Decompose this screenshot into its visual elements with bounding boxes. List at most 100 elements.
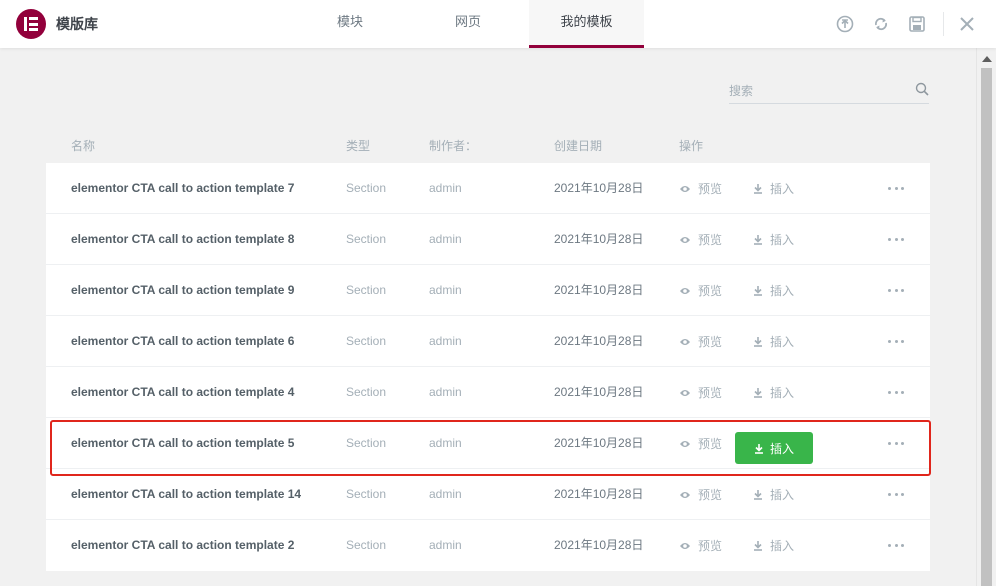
preview-label: 预览: [698, 488, 723, 502]
table-row[interactable]: elementor CTA call to action template 4 S…: [46, 367, 930, 418]
table-row[interactable]: elementor CTA call to action template 9 S…: [46, 265, 930, 316]
preview-button[interactable]: 预览: [679, 367, 722, 418]
template-author: admin: [429, 436, 462, 450]
preview-button[interactable]: 预览: [679, 163, 722, 214]
download-icon: [754, 443, 763, 454]
template-date: 2021年10月28日: [554, 181, 644, 195]
template-name: elementor CTA call to action template 7: [71, 181, 295, 195]
template-list: elementor CTA call to action template 7 S…: [46, 163, 930, 571]
template-name: elementor CTA call to action template 9: [71, 283, 295, 297]
preview-button[interactable]: 预览: [679, 469, 722, 520]
template-author: admin: [429, 385, 462, 399]
template-author: admin: [429, 181, 462, 195]
table-row[interactable]: elementor CTA call to action template 7 S…: [46, 163, 930, 214]
template-type: Section: [346, 487, 387, 501]
more-options-icon[interactable]: [888, 285, 904, 295]
scroll-thumb[interactable]: [981, 68, 992, 586]
insert-button[interactable]: 插入: [753, 520, 794, 571]
template-date: 2021年10月28日: [554, 283, 644, 297]
preview-button[interactable]: 预览: [679, 214, 722, 265]
template-author: admin: [429, 334, 462, 348]
eye-icon: [680, 287, 690, 294]
insert-label: 插入: [770, 539, 795, 553]
preview-button[interactable]: 预览: [679, 316, 722, 367]
template-date: 2021年10月28日: [554, 385, 644, 399]
preview-label: 预览: [698, 233, 723, 247]
preview-label: 预览: [698, 437, 723, 451]
download-icon: [754, 286, 762, 296]
more-options-icon[interactable]: [888, 336, 904, 346]
download-icon: [754, 490, 762, 500]
preview-button[interactable]: 预览: [679, 520, 722, 571]
insert-label: 插入: [769, 441, 794, 456]
insert-label: 插入: [770, 488, 795, 502]
more-options-icon[interactable]: [888, 183, 904, 193]
column-header-author: 制作者：: [429, 139, 478, 153]
search-input[interactable]: [729, 78, 929, 104]
table-row[interactable]: elementor CTA call to action template 14…: [46, 469, 930, 520]
preview-label: 预览: [698, 386, 723, 400]
download-icon: [754, 388, 762, 398]
column-header-name: 名称: [71, 139, 96, 153]
eye-icon: [680, 185, 690, 192]
eye-icon: [680, 542, 690, 549]
insert-label: 插入: [770, 182, 795, 196]
column-header-actions: 操作: [679, 139, 704, 153]
insert-button[interactable]: 插入: [753, 163, 794, 214]
template-date: 2021年10月28日: [554, 334, 644, 348]
template-type: Section: [346, 232, 387, 246]
table-row[interactable]: elementor CTA call to action template 5 S…: [46, 418, 930, 469]
template-date: 2021年10月28日: [554, 232, 644, 246]
close-icon[interactable]: [956, 13, 978, 35]
upload-icon[interactable]: [834, 13, 856, 35]
template-type: Section: [346, 181, 387, 195]
insert-button[interactable]: 插入: [753, 316, 794, 367]
tab-my-templates[interactable]: 我的模板: [529, 0, 644, 48]
library-header: 模版库 模块 网页 我的模板: [0, 0, 996, 48]
more-options-icon[interactable]: [888, 438, 904, 448]
download-icon: [754, 235, 762, 245]
template-type: Section: [346, 538, 387, 552]
table-row[interactable]: elementor CTA call to action template 8 S…: [46, 214, 930, 265]
tab-pages[interactable]: 网页: [433, 0, 503, 48]
preview-button[interactable]: 预览: [679, 418, 722, 469]
sync-icon[interactable]: [870, 13, 892, 35]
template-name: elementor CTA call to action template 6: [71, 334, 295, 348]
insert-button[interactable]: 插入: [753, 214, 794, 265]
vertical-scrollbar[interactable]: [976, 48, 996, 586]
template-date: 2021年10月28日: [554, 538, 644, 552]
download-icon: [754, 184, 762, 194]
template-name: elementor CTA call to action template 2: [71, 538, 295, 552]
template-author: admin: [429, 538, 462, 552]
preview-button[interactable]: 预览: [679, 265, 722, 316]
template-type: Section: [346, 283, 387, 297]
table-row[interactable]: elementor CTA call to action template 6 S…: [46, 316, 930, 367]
template-name: elementor CTA call to action template 8: [71, 232, 295, 246]
tab-blocks[interactable]: 模块: [315, 0, 385, 48]
save-icon[interactable]: [906, 13, 928, 35]
scroll-up-arrow-icon[interactable]: [982, 56, 992, 62]
insert-button[interactable]: 插入: [753, 469, 794, 520]
preview-label: 预览: [698, 284, 723, 298]
insert-label: 插入: [770, 233, 795, 247]
elementor-logo: [16, 9, 46, 39]
template-type: Section: [346, 436, 387, 450]
template-date: 2021年10月28日: [554, 436, 644, 450]
eye-icon: [680, 389, 690, 396]
more-options-icon[interactable]: [888, 540, 904, 550]
insert-button[interactable]: 插入: [735, 432, 813, 464]
template-name: elementor CTA call to action template 5: [71, 436, 295, 450]
eye-icon: [680, 440, 690, 447]
library-title: 模版库: [56, 16, 98, 32]
search-icon[interactable]: [914, 81, 930, 97]
table-row[interactable]: elementor CTA call to action template 2 S…: [46, 520, 930, 571]
insert-label: 插入: [770, 284, 795, 298]
more-options-icon[interactable]: [888, 234, 904, 244]
template-author: admin: [429, 283, 462, 297]
insert-button[interactable]: 插入: [753, 265, 794, 316]
more-options-icon[interactable]: [888, 489, 904, 499]
insert-button[interactable]: 插入: [753, 367, 794, 418]
more-options-icon[interactable]: [888, 387, 904, 397]
download-icon: [754, 541, 762, 551]
template-type: Section: [346, 385, 387, 399]
